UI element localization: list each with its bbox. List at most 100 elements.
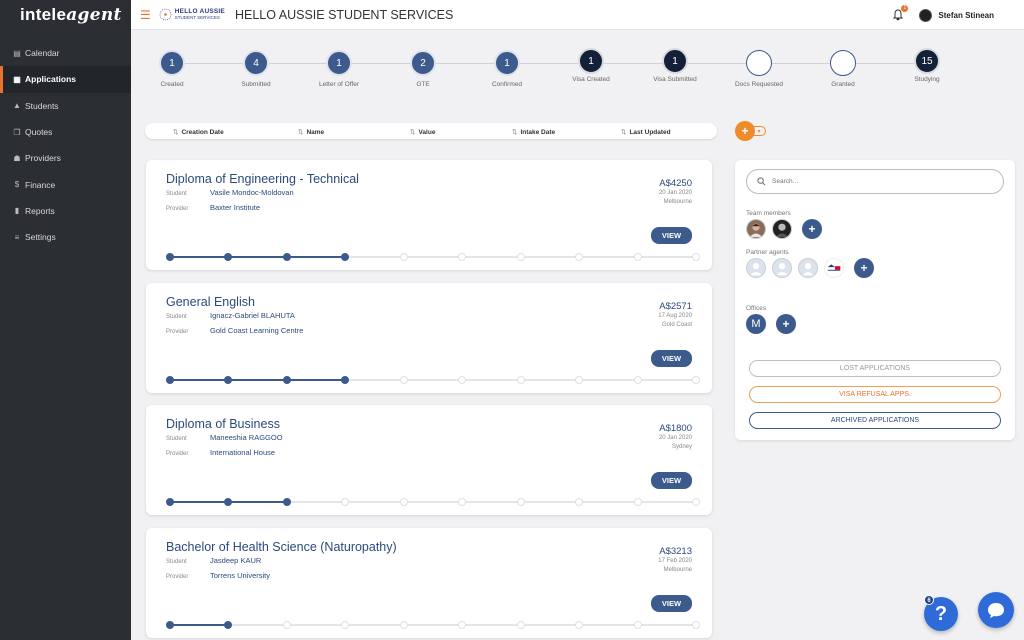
visa-refusal-button[interactable]: VISA REFUSAL APPS.: [749, 386, 1001, 403]
stage-label: GTE: [416, 81, 430, 88]
progress-step-dot: [575, 376, 584, 384]
stage-letter-of-offer[interactable]: 1 Letter of Offer: [304, 50, 374, 88]
progress-step-dot: [399, 498, 408, 506]
provider-name[interactable]: Torrens University: [210, 571, 270, 580]
provider-label: Provider: [166, 451, 189, 457]
person-photo-icon: [775, 223, 789, 238]
stage-granted[interactable]: Granted: [808, 50, 878, 88]
sidebar-item-calendar[interactable]: ▤ Calendar: [0, 40, 131, 66]
student-name[interactable]: Jasdeep KAUR: [210, 556, 261, 565]
sort-icon: ⇅: [512, 129, 518, 136]
offices-row: M +: [746, 314, 796, 334]
hamburger-menu-icon[interactable]: ☰: [140, 8, 151, 22]
sidebar-item-applications[interactable]: ▦ Applications: [0, 66, 131, 93]
chevron-down-icon: ▾: [757, 128, 761, 135]
add-partner-agent-button[interactable]: +: [854, 258, 874, 278]
student-name[interactable]: Vasile Mondoc-Moldovan: [210, 188, 294, 197]
student-name[interactable]: Ignacz-Gabriel BLAHUTA: [210, 311, 295, 320]
sort-bar: ⇅ Creation Date ⇅ Name ⇅ Value ⇅ Intake Date…: [145, 123, 717, 139]
course-title[interactable]: General English: [166, 295, 255, 309]
stage-created[interactable]: 1 Created: [137, 50, 207, 88]
notifications-bell[interactable]: 1: [891, 5, 909, 22]
progress-step-dot: [341, 253, 350, 261]
sliders-icon: ≡: [14, 232, 20, 242]
team-member-avatar[interactable]: [746, 219, 766, 239]
app-logo[interactable]: intele agent: [0, 0, 131, 30]
team-members-label: Team members: [746, 210, 791, 217]
team-member-avatar[interactable]: [772, 219, 792, 239]
progress-step-dot: [516, 621, 525, 629]
student-row: Student Ignacz-Gabriel BLAHUTA: [166, 311, 295, 320]
add-team-member-button[interactable]: +: [802, 219, 822, 239]
sort-intake-date[interactable]: ⇅ Intake Date: [512, 128, 555, 136]
view-button[interactable]: VIEW: [651, 227, 692, 244]
sidebar-item-quotes[interactable]: ❐ Quotes: [0, 119, 131, 145]
view-button[interactable]: VIEW: [651, 350, 692, 367]
application-summary: A$1800 20 Jan 2020 Sydney: [659, 423, 692, 452]
progress-step-dot: [692, 253, 700, 261]
partner-agent-avatar[interactable]: [772, 258, 792, 278]
stage-studying[interactable]: 15 Studying: [892, 48, 962, 83]
progress-step-dot: [341, 376, 350, 384]
view-button[interactable]: VIEW: [651, 472, 692, 489]
course-title[interactable]: Diploma of Engineering - Technical: [166, 172, 359, 186]
sidebar-item-reports[interactable]: ▮ Reports: [0, 198, 131, 224]
sort-label: Name: [306, 129, 325, 136]
sidebar-item-students[interactable]: ▲ Students: [0, 93, 131, 119]
stage-label: Letter of Offer: [319, 81, 359, 88]
archived-applications-button[interactable]: ARCHIVED APPLICATIONS: [749, 412, 1001, 429]
help-button[interactable]: ? 6: [924, 595, 958, 631]
lost-applications-button[interactable]: LOST APPLICATIONS: [749, 360, 1001, 377]
user-avatar[interactable]: [919, 8, 933, 22]
sort-last-updated[interactable]: ⇅ Last Updated: [621, 128, 671, 136]
sort-name[interactable]: ⇅ Name: [298, 128, 324, 136]
intake-date: 20 Jan 2020: [658, 435, 692, 441]
sidebar-item-label: Settings: [25, 232, 56, 243]
add-office-button[interactable]: +: [776, 314, 796, 334]
partner-agent-avatar[interactable]: [746, 258, 766, 278]
sidebar-item-finance[interactable]: $ Finance: [0, 171, 131, 197]
partner-agent-avatar[interactable]: [798, 258, 818, 278]
stage-visa-submitted[interactable]: 1 Visa Submitted: [640, 48, 710, 83]
stage-docs-requested[interactable]: Docs Requested: [724, 50, 794, 88]
progress-fill: [170, 624, 229, 626]
partner-agent-avatar[interactable]: [824, 258, 844, 278]
stage-confirmed[interactable]: 1 Confirmed: [472, 50, 542, 88]
sidebar-item-label: Students: [25, 100, 59, 111]
user-name[interactable]: Stefan Stinean: [938, 11, 994, 20]
stage-gte[interactable]: 2 GTE: [388, 50, 458, 88]
sidebar-item-label: Finance: [25, 179, 56, 190]
stage-count: 1: [494, 50, 520, 76]
stage-visa-created[interactable]: 1 Visa Created: [556, 48, 626, 83]
campus-location: Melbourne: [663, 199, 692, 205]
progress-fill: [170, 379, 346, 381]
sort-creation-date[interactable]: ⇅ Creation Date: [173, 128, 224, 136]
application-progress: [166, 253, 700, 261]
application-card: Bachelor of Health Science (Naturopathy)…: [146, 528, 712, 638]
provider-name[interactable]: Baxter Institute: [210, 203, 260, 212]
application-value: A$3213: [659, 546, 692, 557]
course-title[interactable]: Bachelor of Health Science (Naturopathy): [166, 540, 397, 554]
sidebar-item-providers[interactable]: ☗ Providers: [0, 145, 131, 171]
progress-step-dot: [282, 498, 291, 506]
progress-step-dot: [341, 498, 350, 506]
provider-name[interactable]: International House: [210, 448, 275, 457]
sidebar-item-settings[interactable]: ≡ Settings: [0, 224, 131, 250]
progress-step-dot: [224, 498, 233, 506]
progress-step-dot: [282, 621, 291, 629]
application-value: A$1800: [659, 423, 692, 434]
course-title[interactable]: Diploma of Business: [166, 417, 280, 431]
progress-step-dot: [692, 621, 700, 629]
stage-submitted[interactable]: 4 Submitted: [221, 50, 291, 88]
chat-button[interactable]: [978, 592, 1014, 628]
view-button[interactable]: VIEW: [651, 595, 692, 612]
add-application-button[interactable]: +: [735, 121, 755, 141]
progress-fill: [170, 256, 346, 258]
sort-value[interactable]: ⇅ Value: [410, 128, 435, 136]
search-input[interactable]: [772, 178, 972, 185]
sort-label: Intake Date: [520, 129, 556, 136]
provider-name[interactable]: Gold Coast Learning Centre: [210, 326, 303, 335]
agency-brand: HELLO AUSSIE STUDENT SERVICES: [159, 8, 225, 21]
office-avatar[interactable]: M: [746, 314, 766, 334]
student-name[interactable]: Maneeshia RAGGOO: [210, 433, 283, 442]
